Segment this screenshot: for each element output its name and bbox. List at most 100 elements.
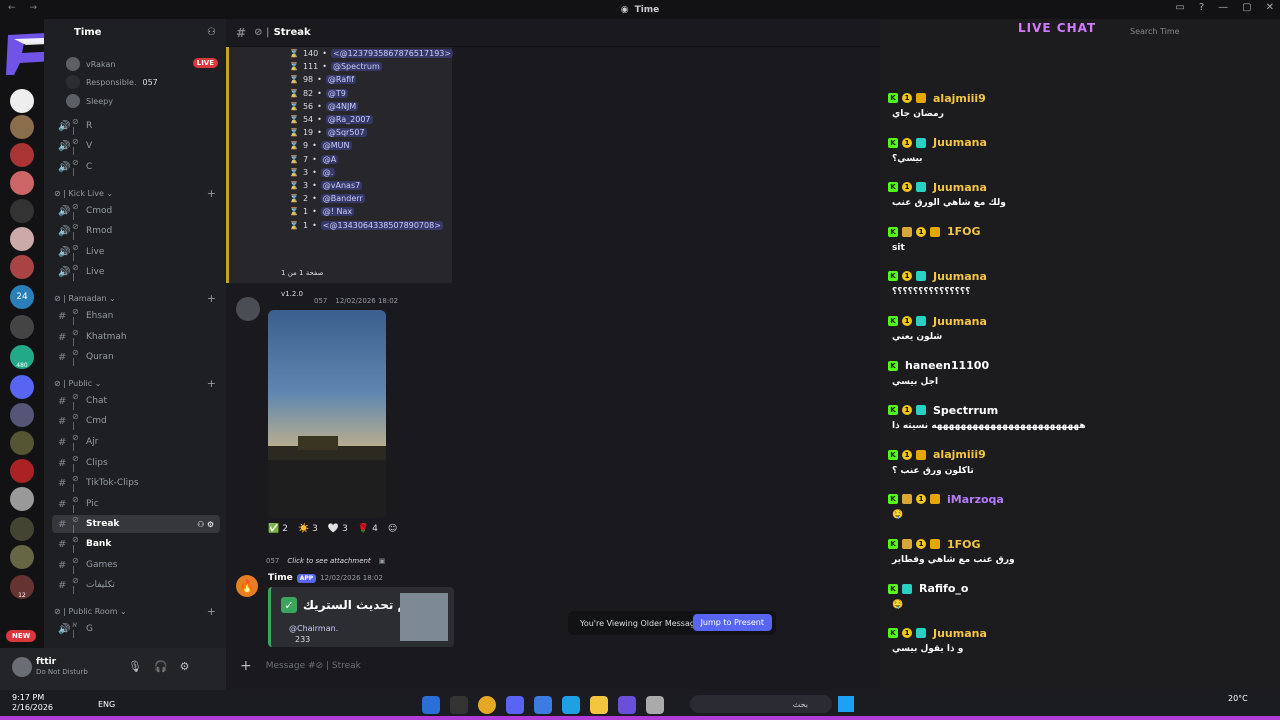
app-icon[interactable] (618, 696, 636, 714)
edge-icon[interactable] (562, 696, 580, 714)
category-public[interactable]: ⊘ | Public ⌄ + (54, 377, 220, 390)
voice-user[interactable]: Sleepy (66, 94, 113, 108)
server-icon-9[interactable] (10, 315, 34, 339)
app-icon[interactable] (646, 696, 664, 714)
gear-icon[interactable]: ⚙ (180, 660, 190, 673)
text-channel[interactable]: # ⊘ | TikTok-Clips (52, 474, 220, 492)
add-attachment-icon[interactable]: + (240, 658, 252, 674)
text-channel[interactable]: # ⊘ | Chat (52, 392, 220, 410)
avatar[interactable] (236, 297, 260, 321)
server-icon-14[interactable] (10, 459, 34, 483)
chat-username[interactable]: Juumana (933, 627, 987, 640)
text-channel[interactable]: # ⊘ | Pic (52, 495, 220, 513)
microphone-icon[interactable]: 🎙 (128, 660, 142, 673)
server-icon-11[interactable] (10, 375, 34, 399)
store-icon[interactable] (534, 696, 552, 714)
chat-username[interactable]: 1FOG (947, 225, 981, 238)
help-icon[interactable]: ? (1199, 2, 1204, 13)
discord-icon[interactable] (506, 696, 524, 714)
inbox-icon[interactable]: ▭ (1175, 2, 1184, 13)
reaction[interactable]: ☀️ 3 (298, 524, 318, 534)
windows-start-icon[interactable] (838, 696, 854, 712)
chat-username[interactable]: Juumana (933, 315, 987, 328)
chat-username[interactable]: Rafifo_o (919, 582, 968, 595)
chrome-icon[interactable] (478, 696, 496, 714)
voice-user[interactable]: vRakan (66, 57, 115, 71)
reply-reference[interactable]: 057 Click to see attachment ▣ (266, 557, 385, 565)
message-composer[interactable]: + Message #⊘ | Streak (226, 652, 880, 680)
text-channel[interactable]: # ⊘ | Khatmah (52, 328, 220, 346)
voice-channel[interactable]: 🔊 א | G (52, 620, 220, 638)
add-channel-icon[interactable]: + (207, 187, 216, 200)
add-reaction-icon[interactable]: ☺ (388, 524, 397, 534)
voice-user[interactable]: Responsible. 057 (66, 75, 158, 89)
text-channel-active[interactable]: # ⊘ | Streak ⚇ ⚙ (52, 515, 220, 533)
text-channel[interactable]: # ⊘ | تكليفات (52, 576, 220, 594)
avatar[interactable] (12, 657, 32, 677)
server-icon-16[interactable] (10, 517, 34, 541)
message-input[interactable]: Message #⊘ | Streak (266, 661, 361, 671)
add-channel-icon[interactable]: + (207, 605, 216, 618)
jump-to-present-button[interactable]: Jump to Present (692, 614, 772, 631)
photo-attachment[interactable] (268, 310, 386, 518)
category-public-room[interactable]: ⊘ | Public Room ⌄ + (54, 605, 220, 618)
clock[interactable]: 9:17 PM 2/16/2026 (12, 693, 53, 713)
chat-username[interactable]: iMarzoqa (947, 493, 1004, 506)
add-channel-icon[interactable]: + (207, 292, 216, 305)
server-icon-10[interactable]: 480 (10, 345, 34, 369)
back-icon[interactable]: ← (8, 3, 16, 13)
server-icon-17[interactable] (10, 545, 34, 569)
headphones-icon[interactable]: 🎧 (154, 660, 168, 673)
text-channel[interactable]: # ⊘ | Bank (52, 535, 220, 553)
voice-channel[interactable]: 🔊 ⊘ | Rmod (52, 222, 220, 240)
taskbar-search[interactable]: بحث (690, 695, 832, 713)
chat-username[interactable]: Juumana (933, 270, 987, 283)
server-icon-8[interactable]: 24 (10, 285, 34, 309)
text-channel[interactable]: # ⊘ | Ajr (52, 433, 220, 451)
voice-channel[interactable]: 🔊 ⊘ | C (52, 158, 220, 176)
text-channel[interactable]: # ⊘ | Ehsan (52, 307, 220, 325)
reaction[interactable]: ✅ 2 (268, 524, 288, 534)
weather[interactable]: 20°C (1228, 694, 1248, 703)
nav-arrows[interactable]: ← → (8, 3, 37, 13)
chat-username[interactable]: alajmiii9 (933, 448, 986, 461)
reaction[interactable]: 🌹 4 (358, 524, 378, 534)
server-icon-6[interactable] (10, 227, 34, 251)
app-icon[interactable] (450, 696, 468, 714)
text-channel[interactable]: # ⊘ | Quran (52, 348, 220, 366)
close-button[interactable]: ✕ (1266, 2, 1274, 13)
voice-channel[interactable]: 🔊 ⊘ | Live (52, 263, 220, 281)
language-indicator[interactable]: ENG (98, 700, 115, 709)
server-icon-3[interactable] (10, 143, 34, 167)
maximize-button[interactable]: ▢ (1242, 2, 1251, 13)
settings-icon[interactable]: ⚇ ⚙ (197, 520, 214, 529)
mention[interactable]: @Chairman. (289, 624, 338, 633)
voice-channel[interactable]: 🔊 ⊘ | Live (52, 243, 220, 261)
minimize-button[interactable]: — (1218, 2, 1228, 13)
voice-channel[interactable]: 🔊 ⊘ | R (52, 117, 220, 135)
voice-channel[interactable]: 🔊 ⊘ | V (52, 137, 220, 155)
server-icon-7[interactable] (10, 255, 34, 279)
category-ramadan[interactable]: ⊘ | Ramadan ⌄ + (54, 292, 220, 305)
server-icon-4[interactable] (10, 171, 34, 195)
steam-icon[interactable] (422, 696, 440, 714)
add-channel-icon[interactable]: + (207, 377, 216, 390)
category-kick-live[interactable]: ⊘ | Kick Live ⌄ + (54, 187, 220, 200)
text-channel[interactable]: # ⊘ | Clips (52, 454, 220, 472)
reaction[interactable]: 🤍 3 (328, 524, 348, 534)
chat-username[interactable]: Juumana (933, 181, 987, 194)
chat-username[interactable]: Juumana (933, 136, 987, 149)
server-icon-5[interactable] (10, 199, 34, 223)
chat-username[interactable]: haneen11100 (905, 359, 989, 372)
chat-username[interactable]: alajmiii9 (933, 92, 986, 105)
invite-icon[interactable]: ⚇ (207, 27, 216, 38)
text-channel[interactable]: # ⊘ | Cmd (52, 412, 220, 430)
chat-username[interactable]: Spectrrum (933, 404, 998, 417)
chat-username[interactable]: 1FOG (947, 538, 981, 551)
server-icon-18[interactable]: 12 (10, 575, 34, 599)
bot-avatar[interactable]: 🔥 (236, 575, 258, 597)
server-icon-13[interactable] (10, 431, 34, 455)
voice-channel[interactable]: 🔊 ⊘ | Cmod (52, 202, 220, 220)
server-icon-15[interactable] (10, 487, 34, 511)
server-icon-1[interactable] (10, 89, 34, 113)
